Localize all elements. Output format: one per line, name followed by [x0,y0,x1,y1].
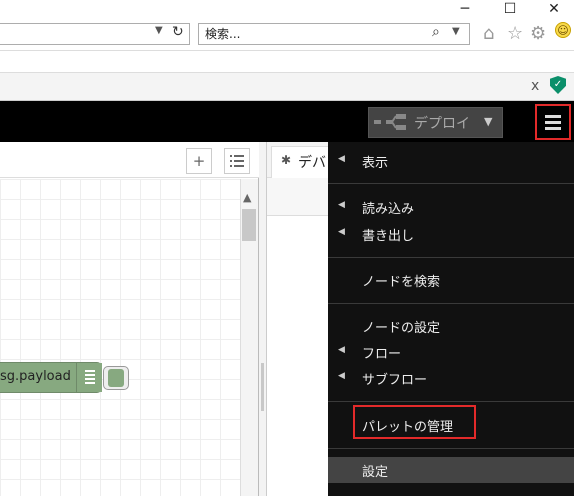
menu-item-label: 表示 [362,156,389,171]
browser-search-input[interactable]: 検索... [198,23,470,45]
menu-separator [328,257,574,258]
home-icon[interactable]: ⌂ [483,23,494,44]
list-flows-button[interactable] [224,148,250,174]
search-icon[interactable]: ⌕ [432,24,440,40]
star-icon[interactable]: ☆ [507,23,523,44]
menu-separator [328,183,574,184]
menu-separator [328,303,574,304]
address-dropdown-icon[interactable]: ▼ [155,25,163,36]
search-dropdown-icon[interactable]: ▼ [452,26,460,37]
minimize-button[interactable]: ─ [445,0,485,20]
scroll-up-icon[interactable]: ▲ [243,191,251,204]
hamburger-icon [545,115,561,118]
close-window-button[interactable]: ✕ [534,0,574,20]
menu-item-view[interactable]: ◀ 表示 [328,148,574,174]
refresh-icon[interactable]: ↻ [172,24,184,40]
menu-item-label: 書き出し [362,229,415,244]
menu-item-search-nodes[interactable]: ノードを検索 [328,267,574,293]
chevron-down-icon[interactable]: ▼ [484,115,492,128]
add-flow-button[interactable]: + [186,148,212,174]
menu-item-label: 読み込み [362,202,415,217]
main-menu-dropdown: ◀ 表示 ◀ 読み込み ◀ 書き出し ノードを検索 ノードの設定 ◀ フロー ◀… [328,142,574,496]
node-label: sg.payload [0,369,71,384]
main-menu-button[interactable] [535,104,571,140]
smiley-icon[interactable]: ☺ [555,22,571,38]
menu-separator [328,401,574,402]
menu-item-export[interactable]: ◀ 書き出し [328,221,574,247]
list-icon [230,155,244,167]
extension-bar [0,72,574,101]
menu-separator [328,448,574,449]
node-list-icon [76,363,102,392]
close-icon[interactable]: x [531,78,539,94]
menu-item-label: サブフロー [362,373,428,388]
scrollbar-thumb[interactable] [242,209,256,241]
caret-left-icon: ◀ [338,200,345,210]
browser-tab-strip [0,50,574,72]
palette-highlight-box [353,405,476,439]
deploy-icon [374,114,406,130]
caret-left-icon: ◀ [338,227,345,237]
menu-item-label: フロー [362,347,402,362]
menu-item-label: 設定 [362,465,389,480]
menu-item-import[interactable]: ◀ 読み込み [328,194,574,220]
splitter-grip[interactable] [261,363,264,411]
maximize-button[interactable]: ☐ [490,0,530,20]
caret-left-icon: ◀ [338,345,345,355]
workspace-grid[interactable] [0,179,240,496]
gear-icon[interactable]: ⚙ [530,23,546,44]
menu-item-settings[interactable]: 設定 [328,457,574,483]
caret-left-icon: ◀ [338,371,345,381]
browser-title-bar [0,0,574,20]
menu-item-subflows[interactable]: ◀ サブフロー [328,365,574,391]
bug-icon: ✱ [281,153,292,167]
sidebar-splitter[interactable] [259,142,267,496]
menu-item-label: ノードを検索 [362,275,441,290]
menu-item-label: ノードの設定 [362,321,441,336]
sidebar-tab-label: デバ [298,155,326,171]
node-toggle-indicator [108,369,124,387]
menu-item-flows[interactable]: ◀ フロー [328,339,574,365]
menu-item-node-config[interactable]: ノードの設定 [328,313,574,339]
workspace-tab-bar [0,142,259,178]
caret-left-icon: ◀ [338,154,345,164]
deploy-label: デプロイ [414,116,470,132]
